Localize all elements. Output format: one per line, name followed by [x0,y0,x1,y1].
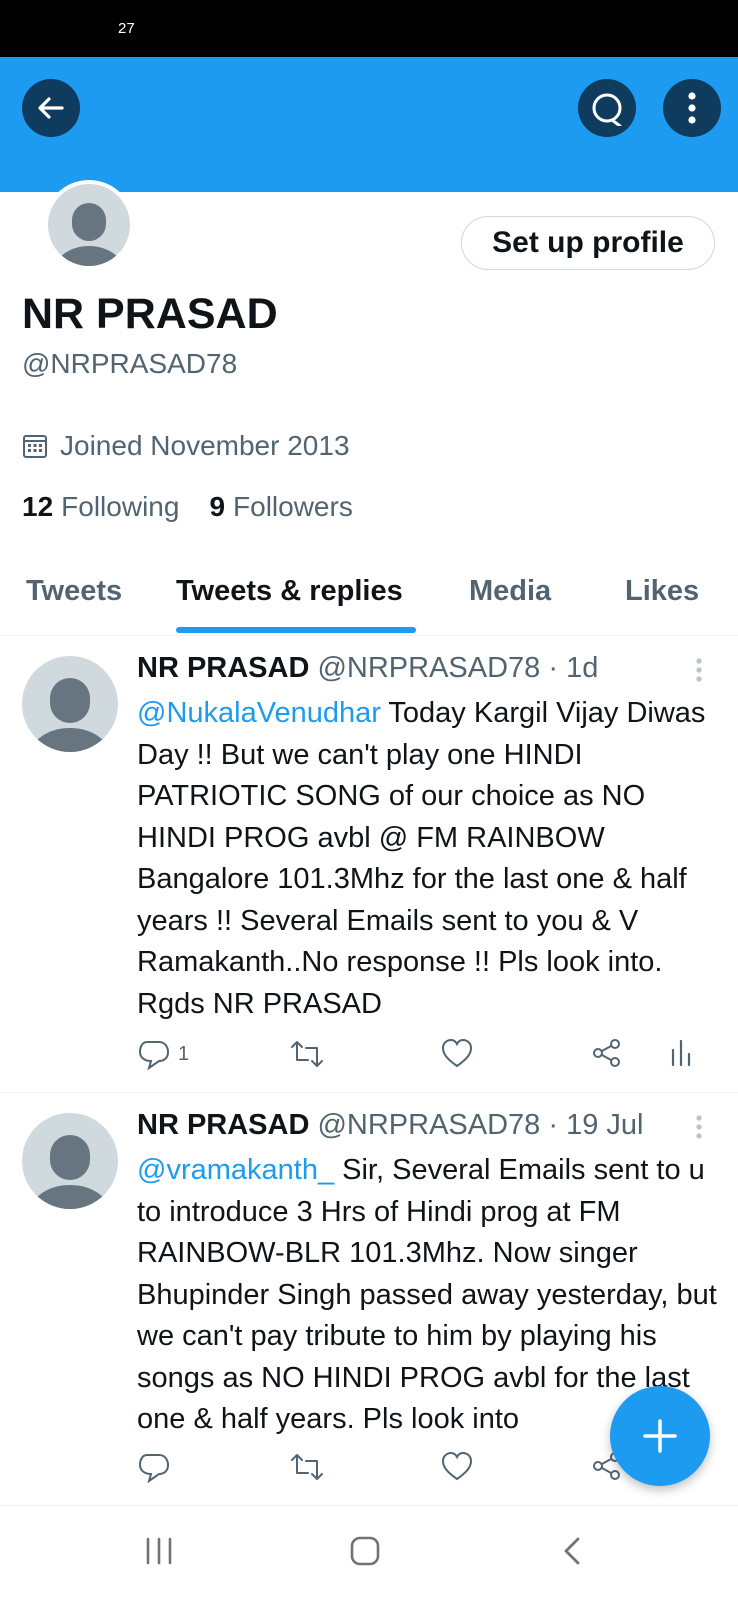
reply-count: 1 [178,1042,190,1065]
tweet-item[interactable]: NR PRASAD @NRPRASAD78 · 1d @NukalaVenudh… [0,636,738,1093]
tweet-time: · 1d [548,652,599,684]
share-button[interactable] [592,1038,622,1068]
share-icon [593,1039,620,1067]
recent-apps-icon [146,1537,172,1565]
tweet-author-name: NR PRASAD [137,1109,310,1141]
followers-label: Followers [233,491,353,522]
default-avatar-icon [30,678,110,752]
arrow-left-icon [38,97,64,119]
tweet-author-handle: @NRPRASAD78 [317,652,541,684]
joined-date: Joined November 2013 [22,430,350,462]
home-icon [350,1536,380,1566]
profile-avatar[interactable] [44,180,134,270]
tab-tweets-and-replies[interactable]: Tweets & replies [176,575,403,608]
more-options-button[interactable] [663,79,721,137]
reply-button[interactable]: 1 [138,1038,189,1070]
retweet-button[interactable] [290,1451,324,1483]
tweet-body-text: Sir, Several Emails sent to u to introdu… [137,1154,717,1435]
tweet-avatar[interactable] [22,1113,118,1209]
more-vertical-icon [688,92,696,124]
like-button[interactable] [441,1451,473,1481]
tweet-time: · 19 Jul [548,1109,644,1141]
status-time: 27 [118,20,135,37]
tweet-header: NR PRASAD @NRPRASAD78 · 19 Jul [137,1109,643,1142]
tab-media[interactable]: Media [469,575,551,608]
tweet-more-button[interactable] [695,658,703,687]
tweet-header: NR PRASAD @NRPRASAD78 · 1d [137,652,598,685]
retweet-icon [291,1041,323,1067]
following-link[interactable]: 12 Following [22,491,179,523]
retweet-button[interactable] [290,1038,324,1070]
home-button[interactable] [349,1536,381,1571]
tweet-more-button[interactable] [695,1115,703,1144]
more-vertical-icon [696,658,702,682]
heart-icon [441,1451,473,1481]
following-label: Following [61,491,180,522]
followers-count: 9 [209,491,226,522]
status-bar: 27 [0,0,738,57]
set-up-profile-button[interactable]: Set up profile [461,216,715,270]
search-icon [592,93,622,126]
recent-apps-button[interactable] [144,1536,174,1571]
joined-text: Joined November 2013 [60,430,350,461]
tweet-author-handle: @NRPRASAD78 [317,1109,541,1141]
calendar-icon [23,435,47,458]
reply-icon [138,1041,170,1070]
retweet-icon [291,1454,323,1480]
follow-stats: 12 Following 9 Followers [22,491,383,523]
profile-banner [0,57,738,192]
tweet-body-text: Today Kargil Vijay Diwas Day !! But we c… [137,697,706,1020]
analytics-button[interactable] [670,1038,692,1066]
system-nav-bar [0,1505,738,1601]
tweet-author-name: NR PRASAD [137,652,310,684]
tweet-text: @NukalaVenudhar Today Kargil Vijay Diwas… [137,693,717,1025]
reply-icon [138,1454,170,1483]
reply-button[interactable] [138,1451,178,1483]
tweet-mention[interactable]: @NukalaVenudhar [137,697,381,729]
heart-icon [441,1038,473,1068]
tweet-avatar[interactable] [22,656,118,752]
profile-tabs: Tweets Tweets & replies Media Likes [0,565,738,636]
compose-tweet-button[interactable] [610,1386,710,1486]
profile-handle: @NRPRASAD78 [22,348,238,379]
active-tab-indicator [176,627,416,633]
following-count: 12 [22,491,54,522]
like-button[interactable] [441,1038,473,1068]
more-vertical-icon [696,1115,702,1139]
search-button[interactable] [578,79,636,137]
default-avatar-icon [55,203,123,266]
default-avatar-icon [30,1135,110,1209]
tab-likes[interactable]: Likes [625,575,699,608]
tweet-mention[interactable]: @vramakanth_ [137,1154,334,1186]
analytics-icon [671,1039,691,1066]
chevron-left-icon [564,1537,580,1565]
tab-tweets[interactable]: Tweets [26,575,122,608]
plus-icon [643,1419,677,1453]
display-name: NR PRASAD [22,290,278,338]
back-button[interactable] [22,79,80,137]
followers-link[interactable]: 9 Followers [209,491,352,523]
system-back-button[interactable] [562,1536,582,1571]
